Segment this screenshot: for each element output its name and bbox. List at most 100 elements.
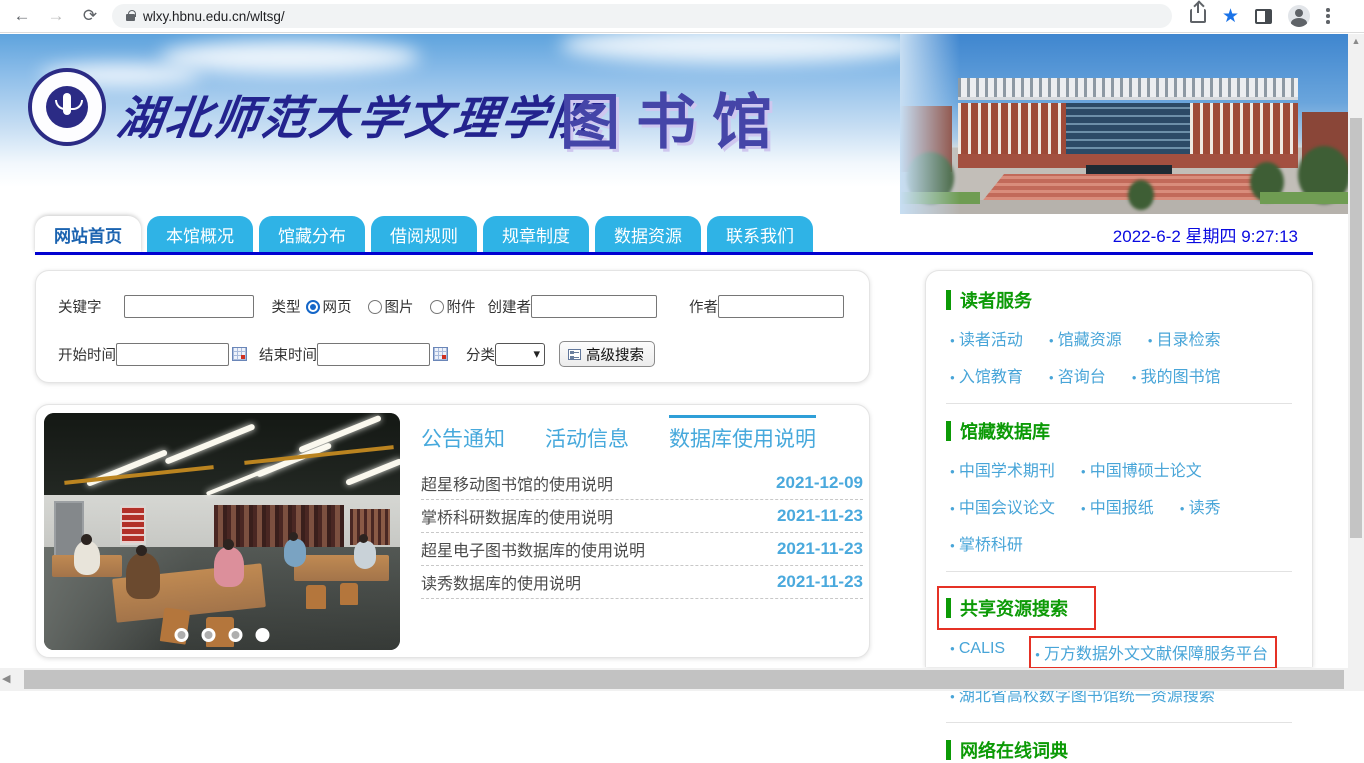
datetime-display: 2022-6-2 星期四 9:27:13	[1113, 222, 1298, 247]
sidebar-section-databases: 馆藏数据库	[946, 418, 1292, 444]
share-icon[interactable]	[1190, 9, 1206, 23]
news-panel: 公告通知 活动信息 数据库使用说明 超星移动图书馆的使用说明 2021-12-0…	[35, 404, 870, 658]
browser-chrome: ← → ⟳ wlxy.hbnu.edu.cn/wltsg/ ★	[0, 0, 1364, 33]
author-input[interactable]	[718, 295, 844, 318]
radio-image[interactable]	[368, 300, 382, 314]
sidebar-link-cnki-journals[interactable]: 中国学术期刊	[950, 457, 1055, 481]
news-item[interactable]: 超星移动图书馆的使用说明 2021-12-09	[421, 467, 863, 500]
radio-image-label[interactable]: 图片	[385, 296, 414, 317]
horizontal-scrollbar[interactable]: ◀	[0, 668, 1348, 691]
scroll-left-icon[interactable]: ◀	[2, 672, 10, 685]
carousel-dot-4[interactable]	[256, 628, 270, 642]
news-tabs: 公告通知 活动信息 数据库使用说明	[411, 415, 863, 453]
tab-overview[interactable]: 本馆概况	[147, 216, 253, 253]
news-item[interactable]: 掌桥科研数据库的使用说明 2021-11-23	[421, 500, 863, 533]
horizontal-scroll-thumb[interactable]	[24, 670, 1344, 689]
sidebar-link-newspapers[interactable]: 中国报纸	[1081, 494, 1154, 518]
radio-attachment[interactable]	[430, 300, 444, 314]
sidebar-link-wanfang-foreign[interactable]: 万方数据外文文献保障服务平台	[1029, 636, 1277, 669]
category-label: 分类	[466, 344, 495, 365]
menu-dots-icon[interactable]	[1326, 8, 1330, 24]
advanced-search-button[interactable]: 高级搜索	[559, 341, 655, 367]
scrollbar-corner	[1348, 668, 1364, 691]
sidebar-link-info-desk[interactable]: 咨询台	[1049, 363, 1106, 387]
nav-underline	[35, 252, 1313, 255]
radio-webpage-label[interactable]: 网页	[323, 296, 352, 317]
creator-label: 创建者	[488, 296, 532, 317]
carousel-dot-2[interactable]	[202, 628, 216, 642]
start-date-input[interactable]	[116, 343, 229, 366]
tab-data-resources[interactable]: 数据资源	[595, 216, 701, 253]
news-item-date: 2021-12-09	[776, 473, 863, 493]
sidebar-section-shared-search: 共享资源搜索	[946, 595, 1068, 621]
forward-button[interactable]: →	[44, 4, 68, 28]
calendar-icon[interactable]	[433, 347, 448, 361]
sidebar-link-library-education[interactable]: 入馆教育	[950, 363, 1023, 387]
sidebar-link-reader-activities[interactable]: 读者活动	[950, 326, 1023, 350]
highlight-box-shared-search: 共享资源搜索	[937, 586, 1096, 630]
sidebar-panel: 读者服务 读者活动 馆藏资源 目录检索 入馆教育 咨询台 我的图书馆 馆藏数据库…	[925, 270, 1313, 667]
green-bar-icon	[946, 421, 951, 441]
calendar-icon[interactable]	[232, 347, 247, 361]
sidebar-link-collection-resources[interactable]: 馆藏资源	[1049, 326, 1122, 350]
news-item-title[interactable]: 超星移动图书馆的使用说明	[421, 471, 613, 495]
carousel-dots	[175, 628, 270, 642]
side-panel-icon[interactable]	[1255, 9, 1272, 24]
sidebar-link-my-library[interactable]: 我的图书馆	[1132, 363, 1221, 387]
radio-attachment-label[interactable]: 附件	[447, 296, 476, 317]
news-list: 超星移动图书馆的使用说明 2021-12-09 掌桥科研数据库的使用说明 202…	[411, 467, 863, 599]
library-building-photo	[900, 34, 1348, 214]
library-title: 图书馆	[560, 74, 788, 161]
carousel-dot-1[interactable]	[175, 628, 189, 642]
sidebar-link-theses[interactable]: 中国博硕士论文	[1081, 457, 1202, 481]
carousel-dot-3[interactable]	[229, 628, 243, 642]
news-item-title[interactable]: 读秀数据库的使用说明	[421, 570, 581, 594]
sidebar-link-catalog-search[interactable]: 目录检索	[1148, 326, 1221, 350]
sidebar-link-conference-papers[interactable]: 中国会议论文	[950, 494, 1055, 518]
tab-borrow-rules[interactable]: 借阅规则	[371, 216, 477, 253]
news-item-date: 2021-11-23	[777, 539, 863, 559]
news-item[interactable]: 超星电子图书数据库的使用说明 2021-11-23	[421, 533, 863, 566]
refresh-button[interactable]: ⟳	[78, 4, 102, 28]
green-bar-icon	[946, 290, 951, 310]
vertical-scroll-thumb[interactable]	[1350, 118, 1362, 538]
main-nav: 网站首页 本馆概况 馆藏分布 借阅规则 规章制度 数据资源 联系我们	[35, 216, 813, 253]
tab-regulations[interactable]: 规章制度	[483, 216, 589, 253]
sidebar-link-duxiu[interactable]: 读秀	[1180, 494, 1221, 518]
vertical-scrollbar[interactable]: ▲	[1348, 34, 1364, 668]
news-item-title[interactable]: 超星电子图书数据库的使用说明	[421, 537, 645, 561]
end-date-label: 结束时间	[259, 344, 317, 365]
sidebar-section-reader-services: 读者服务	[946, 287, 1292, 313]
news-item-title[interactable]: 掌桥科研数据库的使用说明	[421, 504, 613, 528]
green-bar-icon	[946, 740, 951, 760]
back-button[interactable]: ←	[10, 4, 34, 28]
profile-avatar-icon[interactable]	[1288, 5, 1310, 27]
sidebar-link-zhangqiao[interactable]: 掌桥科研	[950, 531, 1023, 555]
category-select[interactable]	[495, 343, 545, 366]
tab-home[interactable]: 网站首页	[35, 216, 141, 253]
news-item[interactable]: 读秀数据库的使用说明 2021-11-23	[421, 566, 863, 599]
sidebar-section-online-dictionary: 网络在线词典	[946, 737, 1292, 763]
news-tab-activities[interactable]: 活动信息	[545, 415, 629, 453]
end-date-input[interactable]	[317, 343, 430, 366]
start-date-label: 开始时间	[58, 344, 116, 365]
sidebar-link-calis[interactable]: CALIS	[950, 640, 1005, 669]
keyword-label: 关键字	[58, 296, 102, 317]
divider	[946, 403, 1292, 404]
green-bar-icon	[946, 598, 951, 618]
url-text[interactable]: wlxy.hbnu.edu.cn/wltsg/	[143, 9, 285, 24]
photo-carousel[interactable]	[44, 413, 400, 650]
radio-webpage[interactable]	[306, 300, 320, 314]
scroll-up-icon[interactable]: ▲	[1348, 34, 1364, 49]
news-tab-announcements[interactable]: 公告通知	[421, 415, 505, 453]
advanced-search-icon	[568, 349, 581, 360]
university-name-script: 湖北师范大学文理学院	[113, 82, 602, 148]
address-bar[interactable]: wlxy.hbnu.edu.cn/wltsg/	[112, 4, 1172, 28]
news-tab-database-guides[interactable]: 数据库使用说明	[669, 415, 816, 453]
tab-collection-layout[interactable]: 馆藏分布	[259, 216, 365, 253]
bookmark-star-icon[interactable]: ★	[1222, 7, 1239, 26]
divider	[946, 571, 1292, 572]
creator-input[interactable]	[531, 295, 657, 318]
tab-contact[interactable]: 联系我们	[707, 216, 813, 253]
keyword-input[interactable]	[124, 295, 254, 318]
